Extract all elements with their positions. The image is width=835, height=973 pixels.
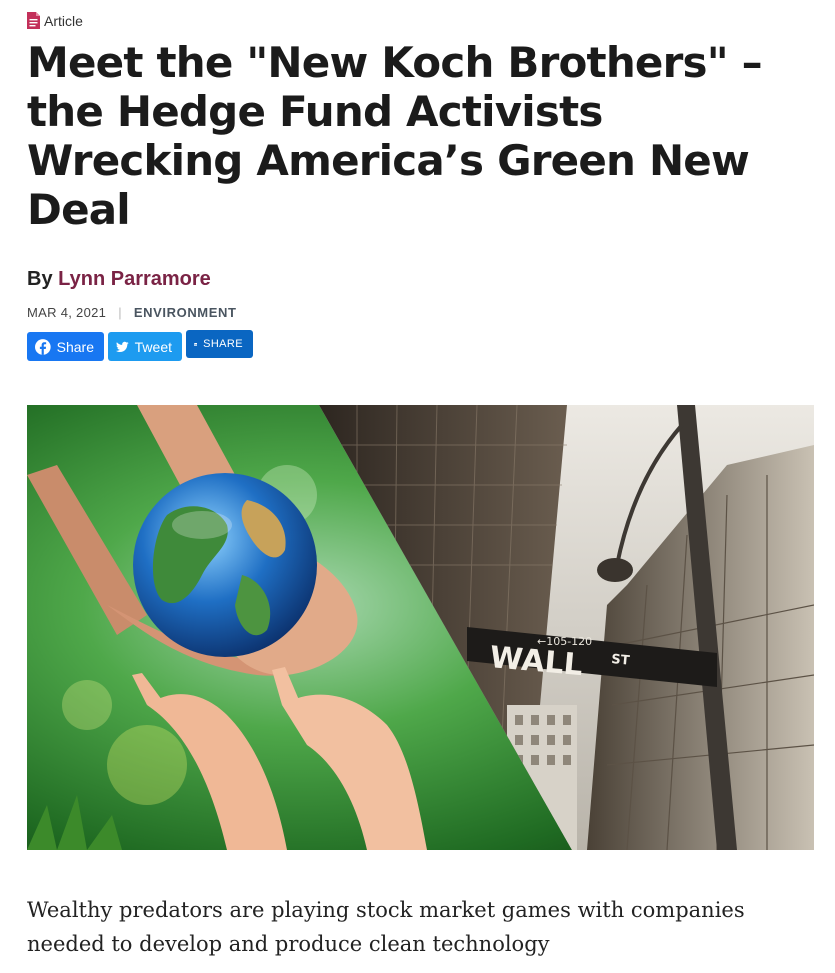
byline: By Lynn Parramore <box>27 268 211 291</box>
linkedin-share-label: SHARE <box>203 338 243 350</box>
hero-image: ←105-120 WALL ST <box>27 405 814 850</box>
facebook-icon <box>35 338 51 355</box>
sign-st-text: ST <box>611 652 631 669</box>
article-dek: Wealthy predators are playing stock mark… <box>27 898 745 956</box>
hero-illustration: ←105-120 WALL ST <box>27 405 814 850</box>
publish-date: MAR 4, 2021 <box>27 305 107 320</box>
facebook-share-label: Share <box>56 338 94 355</box>
article-meta: MAR 4, 2021 | ENVIRONMENT <box>27 305 237 320</box>
linkedin-share-button[interactable]: SHARE <box>186 330 253 358</box>
article-type-text: Article <box>44 12 83 29</box>
facebook-share-button[interactable]: Share <box>27 332 104 361</box>
share-buttons: Share Tweet SHARE <box>27 330 253 361</box>
category-link[interactable]: ENVIRONMENT <box>134 305 237 320</box>
byline-prefix: By <box>27 268 53 290</box>
twitter-tweet-button[interactable]: Tweet <box>108 332 182 361</box>
document-icon <box>27 12 40 29</box>
article-title: Meet the "New Koch Brothers" – the Hedge… <box>27 38 763 234</box>
meta-separator: | <box>118 305 122 320</box>
article-type-label: Article <box>27 12 83 29</box>
twitter-tweet-label: Tweet <box>134 338 172 355</box>
author-link[interactable]: Lynn Parramore <box>58 268 211 290</box>
twitter-bird-icon <box>116 341 129 352</box>
linkedin-icon <box>194 342 198 346</box>
